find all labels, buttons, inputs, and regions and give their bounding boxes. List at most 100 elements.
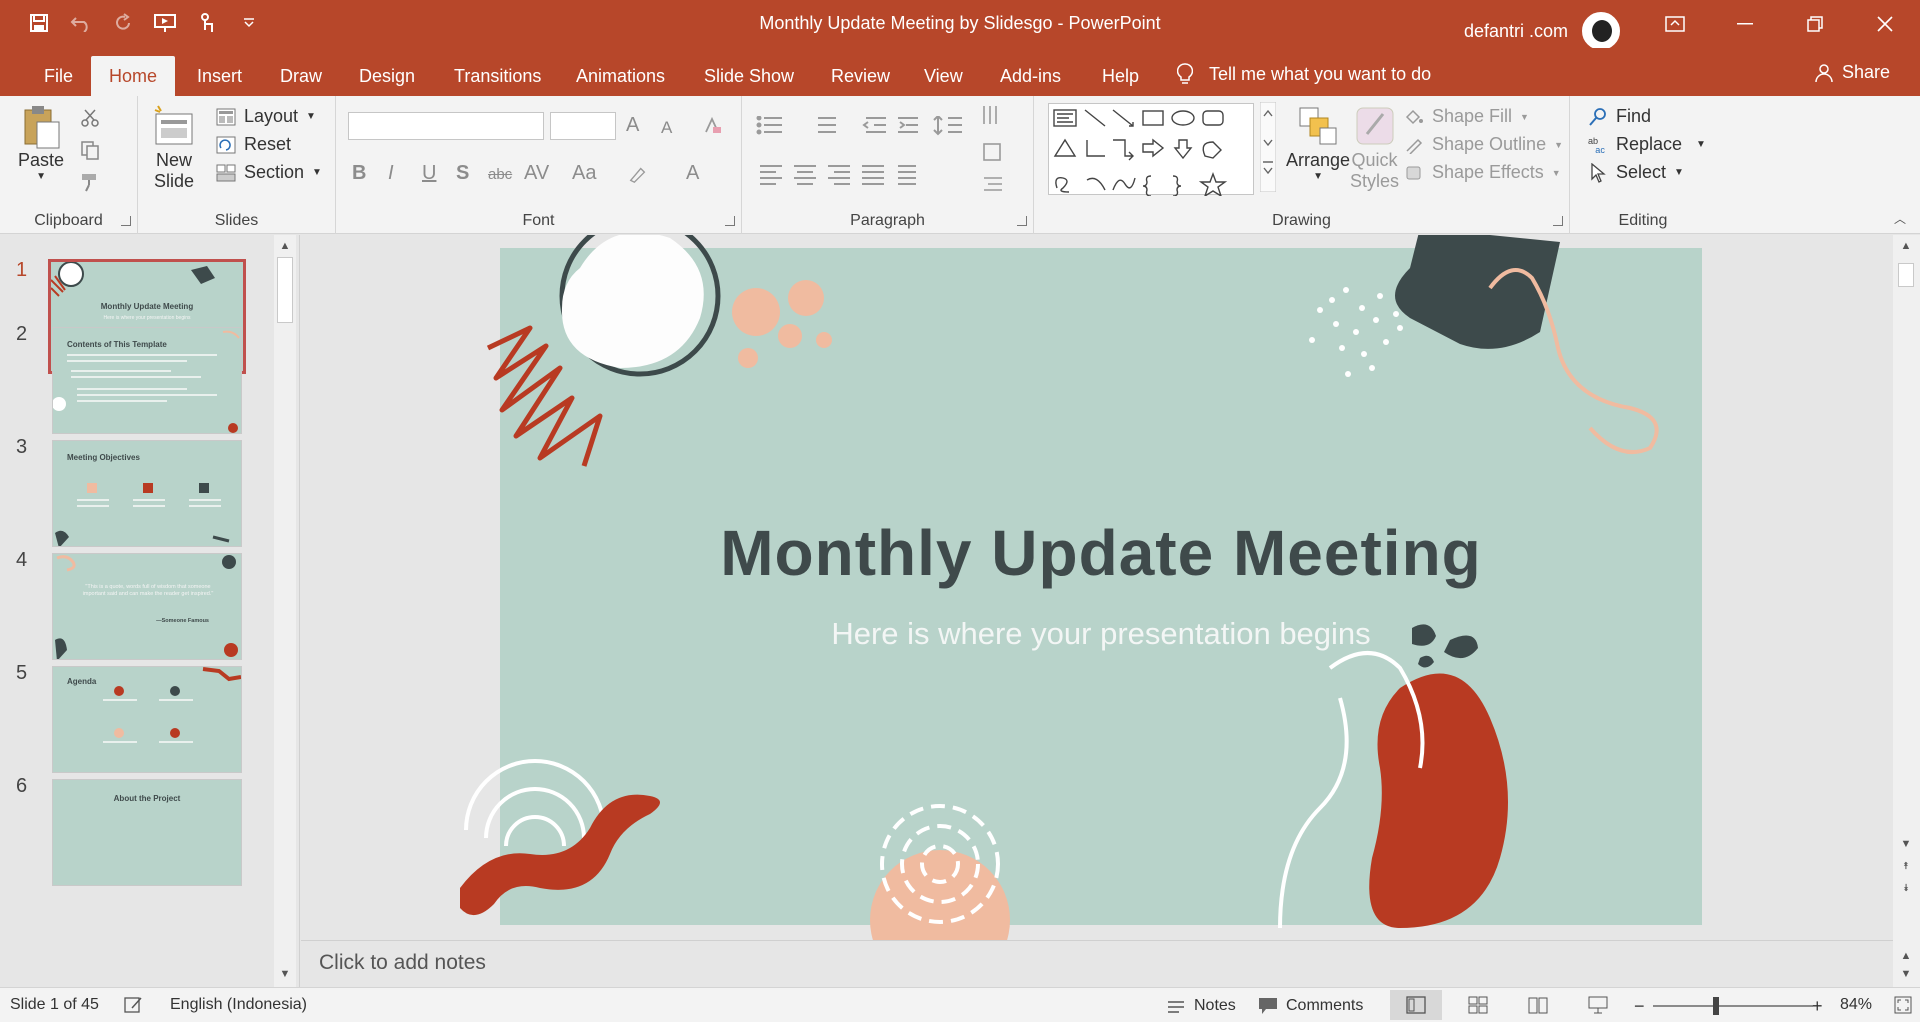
avatar[interactable] (1582, 12, 1620, 50)
paragraph-launcher-icon[interactable] (1017, 216, 1027, 226)
paste-button[interactable]: Paste ▼ (18, 104, 64, 182)
previous-slide-icon[interactable]: ⯭ (1895, 857, 1917, 875)
shapes-gallery[interactable] (1048, 103, 1254, 198)
layout-button[interactable]: Layout ▼ (216, 106, 316, 127)
change-case-button[interactable]: Aa (572, 162, 596, 185)
thumbnail-slide-4[interactable]: "This is a quote, words full of wisdom t… (52, 553, 242, 660)
drawing-launcher-icon[interactable] (1553, 216, 1563, 226)
close-icon[interactable] (1850, 0, 1920, 48)
shape-fill-button[interactable]: Shape Fill ▼ (1404, 106, 1529, 127)
slide-area-scroll-thumb[interactable] (1898, 263, 1914, 287)
notes-scroll-up-icon[interactable]: ▲ (1895, 947, 1917, 965)
scroll-up-icon[interactable]: ▲ (274, 237, 296, 255)
comments-toggle[interactable]: Comments (1258, 996, 1363, 1016)
thumbnail-slide-3[interactable]: Meeting Objectives (52, 440, 242, 547)
current-slide[interactable]: Monthly Update Meeting Here is where you… (460, 235, 1702, 940)
italic-button[interactable]: I (388, 162, 394, 185)
scroll-down-icon[interactable]: ▼ (1895, 835, 1917, 853)
scroll-down-icon[interactable]: ▼ (274, 965, 296, 983)
tab-file[interactable]: File (26, 56, 91, 96)
shape-outline-button[interactable]: Shape Outline ▼ (1404, 134, 1563, 155)
font-color-button[interactable]: A (686, 162, 699, 185)
find-button[interactable]: Find (1588, 106, 1651, 127)
zoom-out-icon[interactable]: − (1634, 996, 1645, 1017)
tab-draw[interactable]: Draw (262, 56, 340, 96)
collapse-ribbon-icon[interactable]: ︿ (1894, 210, 1906, 227)
text-shadow-button[interactable]: S (456, 162, 469, 185)
scroll-up-icon[interactable]: ▲ (1895, 237, 1917, 255)
notes-toggle[interactable]: Notes (1166, 996, 1236, 1016)
share-button[interactable]: Share (1814, 62, 1890, 83)
character-spacing-button[interactable]: AV (524, 162, 549, 185)
zoom-slider-thumb[interactable] (1713, 997, 1719, 1015)
slide-sorter-view-icon[interactable] (1452, 990, 1504, 1020)
window-controls (1640, 0, 1920, 48)
section-button[interactable]: Section ▼ (216, 162, 322, 183)
format-painter-icon[interactable] (80, 172, 100, 192)
thumbnail-slide-5[interactable]: Agenda (52, 666, 242, 773)
slide-show-view-icon[interactable] (1572, 990, 1624, 1020)
thumbnail-slide-2[interactable]: Contents of This Template (52, 327, 242, 434)
grow-font-button[interactable]: A (626, 114, 639, 137)
ribbon-display-options-icon[interactable] (1640, 0, 1710, 48)
thumbnails-scroll-thumb[interactable] (277, 257, 293, 323)
tab-view[interactable]: View (906, 56, 981, 96)
tab-insert[interactable]: Insert (179, 56, 260, 96)
language-indicator[interactable]: English (Indonesia) (170, 996, 307, 1014)
tab-review[interactable]: Review (813, 56, 908, 96)
paste-dropdown-icon[interactable]: ▼ (36, 171, 46, 182)
quick-styles-button[interactable]: Quick Styles (1350, 104, 1399, 192)
highlight-icon[interactable] (628, 164, 648, 184)
tab-design[interactable]: Design (341, 56, 433, 96)
cut-icon[interactable] (80, 108, 100, 128)
copy-icon[interactable] (80, 140, 100, 160)
zoom-in-icon[interactable]: + (1812, 996, 1823, 1017)
minimize-icon[interactable] (1710, 0, 1780, 48)
clear-formatting-icon[interactable] (702, 116, 722, 136)
font-name-dropdown[interactable] (348, 112, 544, 140)
tab-animations[interactable]: Animations (558, 56, 683, 96)
normal-view-icon[interactable] (1390, 990, 1442, 1020)
replace-button[interactable]: ab ac Replace ▼ (1588, 134, 1706, 155)
tab-home[interactable]: Home (91, 56, 176, 96)
reading-view-icon[interactable] (1512, 990, 1564, 1020)
notes-pane[interactable]: Click to add notes (301, 940, 1893, 987)
notes-scroll-down-icon[interactable]: ▼ (1895, 965, 1917, 983)
tell-me-search[interactable]: Tell me what you want to do (1175, 58, 1431, 90)
thumbnail-number: 2 (16, 323, 28, 345)
notes-placeholder[interactable]: Click to add notes (319, 951, 486, 975)
select-button[interactable]: Select ▼ (1588, 162, 1684, 183)
zoom-level[interactable]: 84% (1840, 996, 1872, 1014)
tab-add-ins[interactable]: Add-ins (982, 56, 1079, 96)
strikethrough-button[interactable]: abc (488, 166, 512, 183)
window-title: Monthly Update Meeting by Slidesgo - Pow… (759, 13, 1161, 33)
font-launcher-icon[interactable] (725, 216, 735, 226)
tab-transitions[interactable]: Transitions (436, 56, 559, 96)
tab-slide-show[interactable]: Slide Show (686, 56, 812, 96)
restore-icon[interactable] (1780, 0, 1850, 48)
tab-help[interactable]: Help (1084, 56, 1157, 96)
shape-effects-button[interactable]: Shape Effects ▼ (1404, 162, 1561, 183)
new-slide-button[interactable]: New Slide (152, 104, 196, 192)
bold-button[interactable]: B (352, 162, 366, 185)
slide-title[interactable]: Monthly Update Meeting (500, 516, 1702, 590)
slide-subtitle[interactable]: Here is where your presentation begins (500, 616, 1702, 652)
reset-button[interactable]: Reset (216, 134, 291, 155)
arrange-button[interactable]: Arrange ▼ (1286, 104, 1350, 182)
thumbnails-scrollbar[interactable]: ▲ ▼ (274, 235, 296, 987)
shrink-font-button[interactable]: A (661, 118, 672, 138)
spelling-check-icon[interactable] (124, 996, 144, 1014)
cursor-arrow-icon (1588, 162, 1608, 183)
gallery-scroll-icon[interactable] (1260, 102, 1276, 192)
zoom-slider[interactable] (1653, 1005, 1813, 1007)
thumbnail-slide-6[interactable]: About the Project (52, 779, 242, 886)
underline-button[interactable]: U (422, 162, 436, 185)
fit-to-window-icon[interactable] (1894, 996, 1912, 1014)
account-area[interactable]: defantri .com (1464, 12, 1620, 50)
next-slide-icon[interactable]: ⯯ (1895, 879, 1917, 897)
clipboard-launcher-icon[interactable] (121, 216, 131, 226)
tell-me-text: Tell me what you want to do (1209, 63, 1432, 84)
slide-area-scrollbar[interactable]: ▲ ▼ ⯭ ⯯ ▲ ▼ (1893, 235, 1920, 987)
text-direction-icon[interactable] (980, 104, 1020, 194)
font-size-dropdown[interactable] (550, 112, 616, 140)
